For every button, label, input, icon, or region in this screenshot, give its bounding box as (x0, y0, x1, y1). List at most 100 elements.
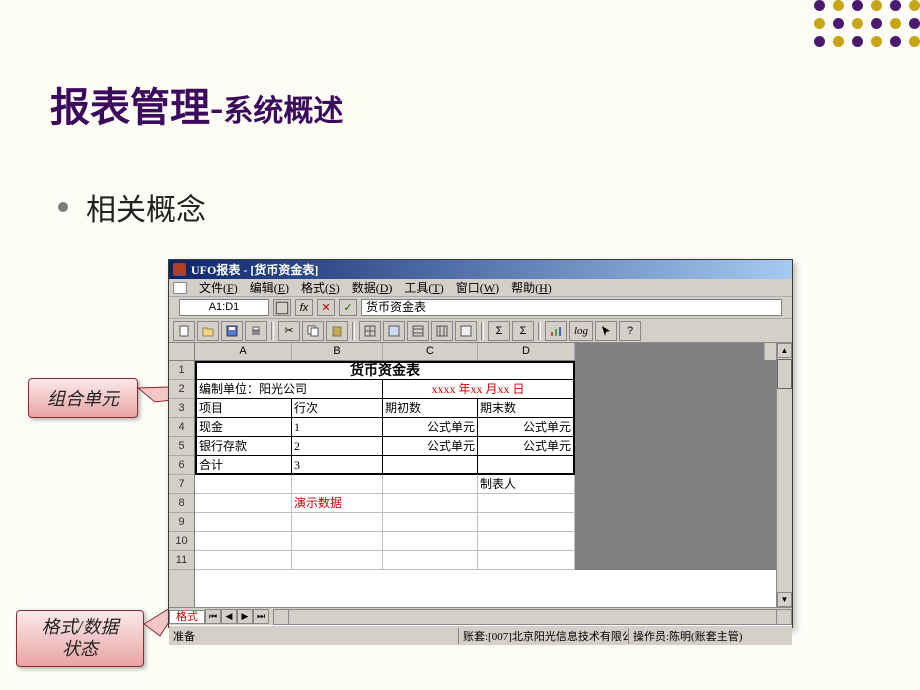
table-row: 项目 行次 期初数 期末数 (195, 399, 792, 418)
cell[interactable]: 行次 (292, 399, 383, 418)
cell[interactable] (383, 551, 478, 570)
scroll-down-icon[interactable]: ▼ (777, 592, 792, 607)
menu-help[interactable]: 帮助(H) (511, 279, 552, 296)
cancel-icon[interactable]: ✕ (317, 299, 335, 316)
cell-date[interactable]: xxxx 年xx 月xx 日 (383, 380, 575, 399)
formula-input[interactable]: 货币资金表 (361, 299, 782, 316)
fb-btn-1[interactable] (273, 299, 291, 316)
cell[interactable] (383, 456, 478, 475)
grid-button-5[interactable] (455, 321, 477, 341)
cell-reference[interactable]: A1:D1 (179, 299, 269, 316)
cell[interactable]: 1 (292, 418, 383, 437)
sheet-tab-format[interactable]: 格式 (169, 610, 205, 624)
print-button[interactable] (245, 321, 267, 341)
paste-button[interactable] (326, 321, 348, 341)
cell[interactable]: 公式单元 (478, 437, 575, 456)
row-header-7[interactable]: 7 (169, 475, 194, 494)
copy-button[interactable] (302, 321, 324, 341)
pointer-button[interactable] (595, 321, 617, 341)
scroll-up-icon[interactable]: ▲ (777, 343, 792, 358)
cell[interactable]: 合计 (195, 456, 292, 475)
menu-format[interactable]: 格式(S) (301, 279, 340, 296)
cell[interactable]: 制表人 (478, 475, 575, 494)
cell[interactable]: 期末数 (478, 399, 575, 418)
select-all-corner[interactable] (169, 343, 194, 361)
vertical-scrollbar[interactable]: ▲ ▼ (776, 343, 792, 607)
cell[interactable] (292, 475, 383, 494)
cell[interactable] (478, 551, 575, 570)
cut-button[interactable]: ✂ (278, 321, 300, 341)
row-header-9[interactable]: 9 (169, 513, 194, 532)
log-button[interactable]: log (569, 321, 593, 341)
bullet-text: 相关概念 (86, 185, 206, 229)
cell[interactable] (195, 551, 292, 570)
cell[interactable] (195, 475, 292, 494)
cell[interactable] (383, 532, 478, 551)
row-header-4[interactable]: 4 (169, 418, 194, 437)
row-header-3[interactable]: 3 (169, 399, 194, 418)
cell[interactable] (478, 513, 575, 532)
cell[interactable] (195, 532, 292, 551)
check-icon[interactable]: ✓ (339, 299, 357, 316)
merged-title-cell[interactable]: 货币资金表 (195, 361, 575, 380)
open-button[interactable] (197, 321, 219, 341)
cell[interactable]: 现金 (195, 418, 292, 437)
save-button[interactable] (221, 321, 243, 341)
cell[interactable] (478, 456, 575, 475)
cell-unit[interactable]: 编制单位：阳光公司 (195, 380, 383, 399)
horizontal-scrollbar[interactable] (273, 609, 792, 625)
cell[interactable] (478, 532, 575, 551)
menu-edit[interactable]: 编辑(E) (250, 279, 289, 296)
cell[interactable]: 项目 (195, 399, 292, 418)
row-header-1[interactable]: 1 (169, 361, 194, 380)
sigma-button-2[interactable]: Σ (512, 321, 534, 341)
chart-button[interactable] (545, 321, 567, 341)
col-header-b[interactable]: B (292, 343, 383, 360)
cell[interactable] (195, 513, 292, 532)
scroll-thumb[interactable] (777, 359, 792, 389)
cell-demo-data[interactable]: 演示数据 (292, 494, 383, 513)
cell[interactable]: 期初数 (383, 399, 478, 418)
menu-window[interactable]: 窗口(W) (456, 279, 499, 296)
row-header-8[interactable]: 8 (169, 494, 194, 513)
cell[interactable]: 公式单元 (478, 418, 575, 437)
titlebar: UFO报表 - [货币资金表] (169, 260, 792, 279)
cell[interactable]: 公式单元 (383, 437, 478, 456)
menu-data[interactable]: 数据(D) (352, 279, 393, 296)
row-header-6[interactable]: 6 (169, 456, 194, 475)
cell[interactable] (383, 475, 478, 494)
help-button[interactable]: ? (619, 321, 641, 341)
cell[interactable] (478, 494, 575, 513)
tab-nav-first[interactable]: ⏮ (205, 609, 221, 624)
row-header-5[interactable]: 5 (169, 437, 194, 456)
fx-button[interactable]: fx (295, 299, 313, 316)
cell[interactable] (292, 513, 383, 532)
cell[interactable]: 3 (292, 456, 383, 475)
menu-tools[interactable]: 工具(T) (404, 279, 443, 296)
menu-file[interactable]: 文件(F) (199, 279, 238, 296)
col-header-a[interactable]: A (195, 343, 292, 360)
tab-nav-prev[interactable]: ◀ (221, 609, 237, 624)
tab-nav-last[interactable]: ⏭ (253, 609, 269, 624)
cell[interactable] (195, 494, 292, 513)
grid-button-2[interactable] (383, 321, 405, 341)
cell[interactable] (292, 551, 383, 570)
grid-button-3[interactable] (407, 321, 429, 341)
cell[interactable] (292, 532, 383, 551)
row-header-11[interactable]: 11 (169, 551, 194, 570)
row-header-10[interactable]: 10 (169, 532, 194, 551)
cell[interactable] (383, 513, 478, 532)
cell[interactable]: 2 (292, 437, 383, 456)
sigma-button-1[interactable]: Σ (488, 321, 510, 341)
tab-nav-next[interactable]: ▶ (237, 609, 253, 624)
col-header-c[interactable]: C (383, 343, 478, 360)
cell[interactable]: 银行存款 (195, 437, 292, 456)
status-operator: 操作员:陈明(账套主管) (629, 628, 792, 644)
row-header-2[interactable]: 2 (169, 380, 194, 399)
cell[interactable] (383, 494, 478, 513)
grid-button-4[interactable] (431, 321, 453, 341)
cell[interactable]: 公式单元 (383, 418, 478, 437)
grid-button-1[interactable] (359, 321, 381, 341)
new-button[interactable] (173, 321, 195, 341)
col-header-d[interactable]: D (478, 343, 575, 360)
